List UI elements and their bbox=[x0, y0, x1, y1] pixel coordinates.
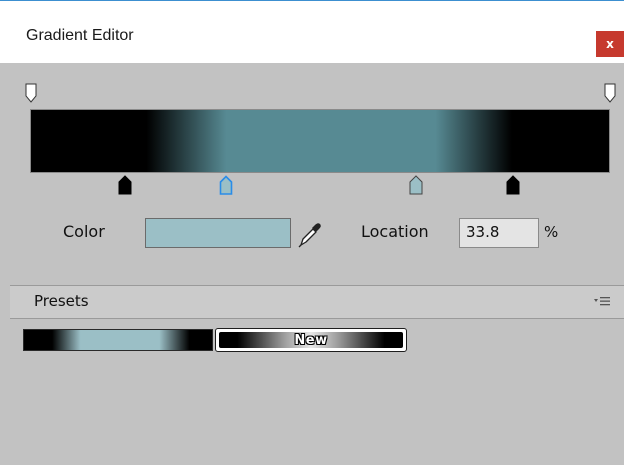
color-marker-4[interactable] bbox=[506, 175, 520, 195]
presets-menu-icon[interactable] bbox=[594, 294, 610, 308]
new-preset-button-label: New bbox=[294, 332, 328, 348]
presets-header: Presets bbox=[10, 286, 624, 318]
location-label: Location bbox=[361, 222, 429, 241]
color-marker-2[interactable] bbox=[219, 175, 233, 195]
color-marker-3[interactable] bbox=[409, 175, 423, 195]
new-preset-button[interactable]: New bbox=[215, 328, 407, 352]
alpha-marker-right[interactable] bbox=[604, 83, 616, 103]
presets-divider bbox=[10, 318, 624, 319]
eyedropper-icon[interactable] bbox=[297, 220, 323, 248]
close-button[interactable]: x bbox=[596, 31, 624, 57]
location-input[interactable]: 33.8 bbox=[459, 218, 539, 248]
window-title: Gradient Editor bbox=[26, 27, 134, 44]
color-swatch[interactable] bbox=[145, 218, 291, 248]
presets-label: Presets bbox=[34, 292, 89, 310]
new-preset-button-preview: New bbox=[219, 332, 403, 348]
title-bar: Gradient Editor bbox=[0, 0, 624, 63]
preset-swatch[interactable] bbox=[23, 329, 213, 351]
gradient-preview-bar[interactable] bbox=[30, 109, 610, 173]
location-unit: % bbox=[544, 223, 559, 241]
color-marker-1[interactable] bbox=[118, 175, 132, 195]
alpha-marker-left[interactable] bbox=[25, 83, 37, 103]
color-label: Color bbox=[63, 222, 105, 241]
